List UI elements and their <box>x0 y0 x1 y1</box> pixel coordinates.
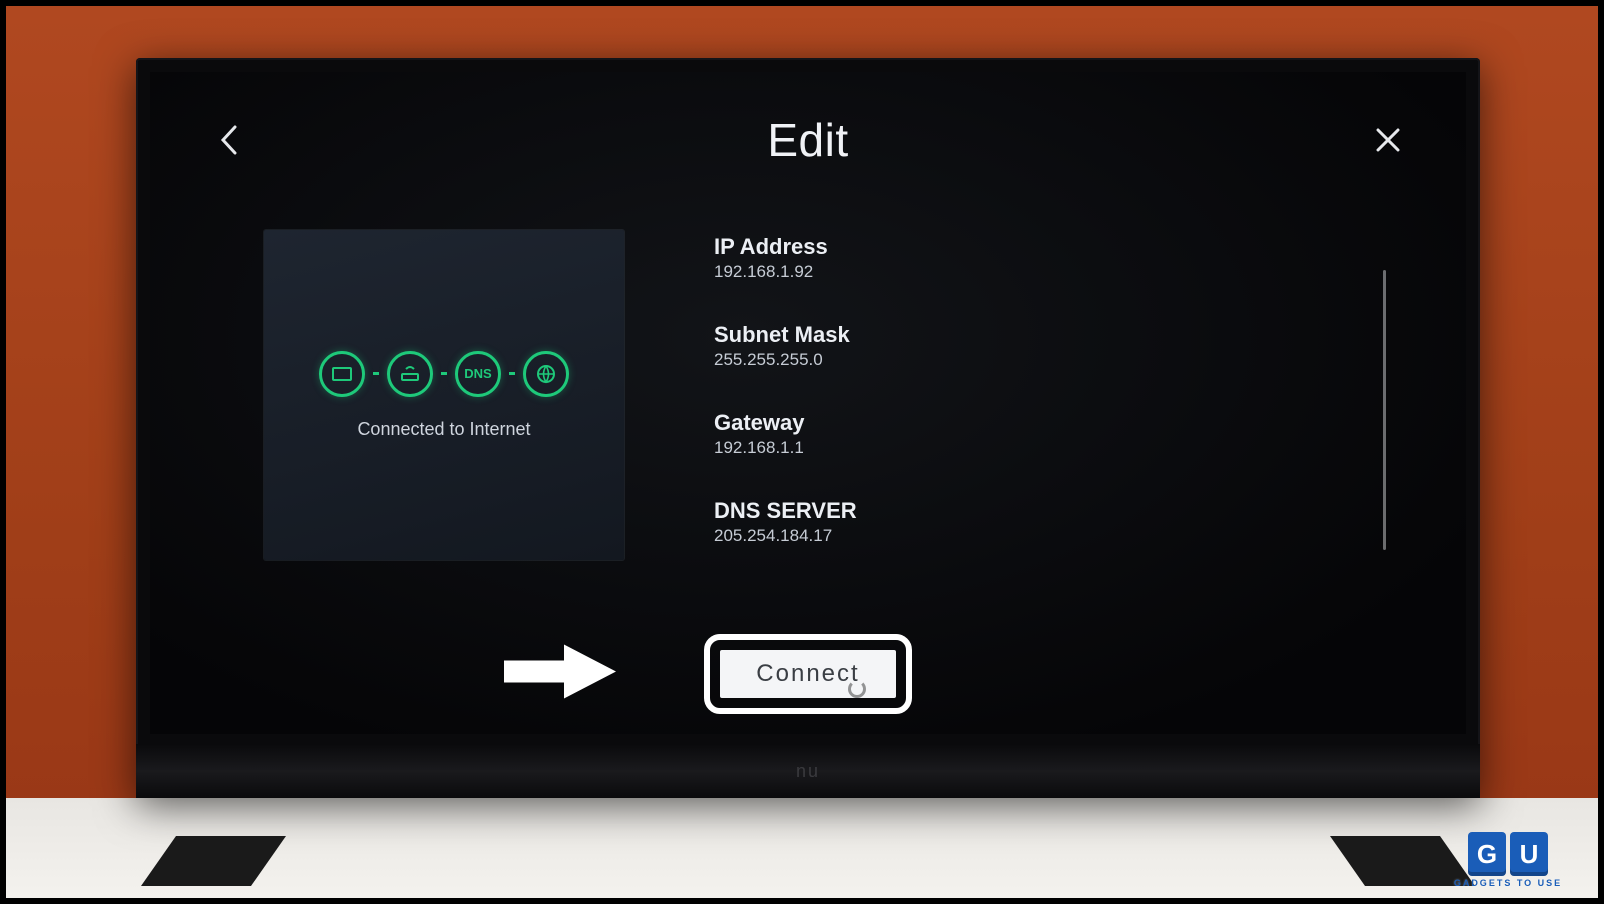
dns-icon: DNS <box>455 351 501 397</box>
gateway-label: Gateway <box>714 410 857 436</box>
globe-icon <box>523 351 569 397</box>
connect-button-label: Connect <box>756 660 859 688</box>
tv-bezel: nu <box>136 744 1480 798</box>
connect-button[interactable]: Connect <box>720 650 896 698</box>
subnet-label: Subnet Mask <box>714 322 857 348</box>
field-ip[interactable]: IP Address 192.168.1.92 <box>714 234 857 282</box>
field-subnet[interactable]: Subnet Mask 255.255.255.0 <box>714 322 857 370</box>
tv-frame: Edit <box>136 58 1480 798</box>
close-button[interactable] <box>1364 116 1412 164</box>
room-background: Edit <box>6 6 1598 898</box>
button-row: Connect <box>150 634 1466 714</box>
connection-status-text: Connected to Internet <box>357 419 530 440</box>
ip-label: IP Address <box>714 234 857 260</box>
loading-cursor-icon <box>848 680 866 698</box>
field-gateway[interactable]: Gateway 192.168.1.1 <box>714 410 857 458</box>
subnet-value: 255.255.255.0 <box>714 350 857 370</box>
router-icon <box>387 351 433 397</box>
tv-screen: Edit <box>150 72 1466 734</box>
content-area: DNS Connected to Internet IP Addre <box>204 230 1412 560</box>
arrow-annotation <box>500 637 620 712</box>
close-icon <box>1373 125 1403 155</box>
chevron-left-icon <box>217 123 239 157</box>
connection-chain: DNS <box>319 351 569 397</box>
header-bar: Edit <box>204 100 1412 180</box>
device-icon <box>319 351 365 397</box>
back-button[interactable] <box>204 116 252 164</box>
button-highlight-box: Connect <box>704 634 912 714</box>
dns-value: 205.254.184.17 <box>714 526 857 546</box>
connection-status-card: DNS Connected to Internet <box>264 230 624 560</box>
network-details: IP Address 192.168.1.92 Subnet Mask 255.… <box>714 230 857 560</box>
ip-value: 192.168.1.92 <box>714 262 857 282</box>
arrow-right-icon <box>500 637 620 707</box>
tv-brand-logo: nu <box>796 761 820 782</box>
gateway-value: 192.168.1.1 <box>714 438 857 458</box>
page-title: Edit <box>767 113 848 167</box>
field-dns[interactable]: DNS SERVER 205.254.184.17 <box>714 498 857 546</box>
dns-label: DNS SERVER <box>714 498 857 524</box>
scrollbar[interactable] <box>1383 270 1386 550</box>
table-surface <box>6 798 1598 898</box>
